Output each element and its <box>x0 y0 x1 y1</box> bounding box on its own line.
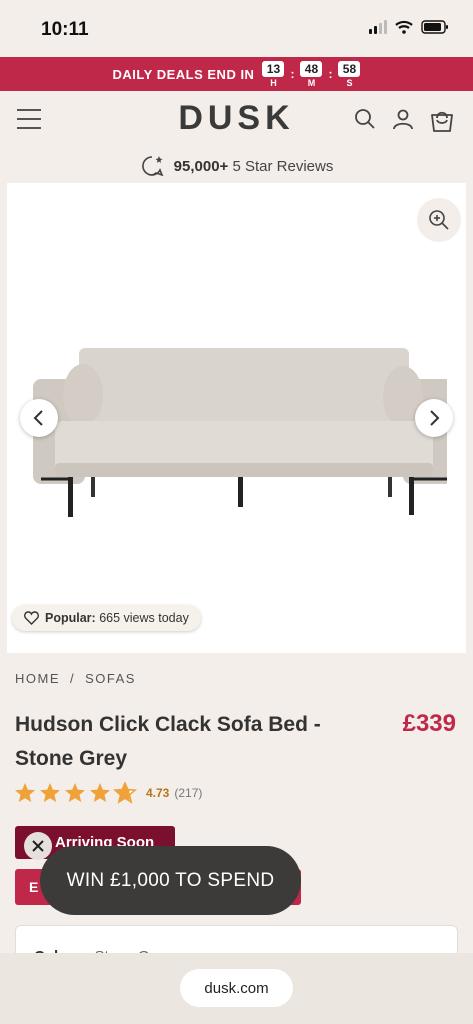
timer-separator: : <box>328 67 333 81</box>
site-header: DUSK <box>0 91 473 149</box>
daily-deals-banner[interactable]: DAILY DEALS END IN 13 H : 48 M : 58 S <box>0 57 473 91</box>
popular-label: Popular: <box>45 611 96 625</box>
zoom-button[interactable] <box>417 198 461 242</box>
browser-toolbar: dusk.com <box>0 953 473 1024</box>
review-badge-icon <box>141 156 164 177</box>
star-icon <box>40 783 60 802</box>
header-actions <box>353 107 455 133</box>
timer-minutes: 48 M <box>300 60 323 88</box>
reviews-count: 95,000+ <box>173 157 229 175</box>
timer-seconds: 58 S <box>338 60 361 88</box>
zoom-in-icon <box>429 210 449 230</box>
star-rating-icon <box>15 782 137 804</box>
shopping-bag-icon[interactable] <box>429 107 455 133</box>
status-time: 10:11 <box>41 19 89 40</box>
breadcrumb: HOME / SOFAS <box>15 671 136 686</box>
wifi-icon <box>395 20 413 34</box>
breadcrumb-home[interactable]: HOME <box>15 671 60 686</box>
star-icon <box>65 783 85 802</box>
sofa-image <box>33 348 447 517</box>
rating-value: 4.73 <box>146 786 170 800</box>
search-icon[interactable] <box>353 107 377 131</box>
close-popup-button[interactable] <box>24 832 52 860</box>
signal-icon <box>369 20 387 34</box>
popular-text: 665 views today <box>99 611 189 625</box>
product-rating[interactable]: 4.73 (217) <box>14 782 202 804</box>
reviews-summary[interactable]: 95,000+ 5 Star Reviews <box>0 149 473 183</box>
breadcrumb-sofas[interactable]: SOFAS <box>85 671 136 686</box>
product-title: Hudson Click Clack Sofa Bed - Stone Grey <box>15 713 321 770</box>
previous-image-button[interactable] <box>20 399 58 437</box>
timer-hours: 13 H <box>262 60 285 88</box>
chevron-right-icon <box>430 410 440 426</box>
star-icon <box>90 783 110 802</box>
popular-badge: Popular: 665 views today <box>12 605 201 631</box>
star-icon <box>15 783 35 802</box>
rating-count: (217) <box>174 786 203 800</box>
battery-icon <box>421 20 448 34</box>
win-promo-popup[interactable]: WIN £1,000 TO SPEND <box>40 846 301 915</box>
status-bar: 10:11 <box>0 0 473 57</box>
breadcrumb-separator: / <box>70 671 76 686</box>
close-icon <box>32 840 44 852</box>
address-bar[interactable]: dusk.com <box>180 969 293 1007</box>
chevron-left-icon <box>33 410 43 426</box>
next-image-button[interactable] <box>415 399 453 437</box>
timer-separator: : <box>290 67 295 81</box>
reviews-text: 5 Star Reviews <box>232 157 334 175</box>
status-icons <box>369 20 449 34</box>
star-icon <box>113 782 137 804</box>
deals-text: DAILY DEALS END IN <box>112 66 255 82</box>
heart-icon <box>24 611 39 625</box>
product-price: £339 <box>402 710 456 737</box>
account-icon[interactable] <box>391 107 415 131</box>
product-image-gallery[interactable]: Popular: 665 views today <box>7 183 466 653</box>
countdown-timer: 13 H : 48 M : 58 S <box>262 60 361 88</box>
